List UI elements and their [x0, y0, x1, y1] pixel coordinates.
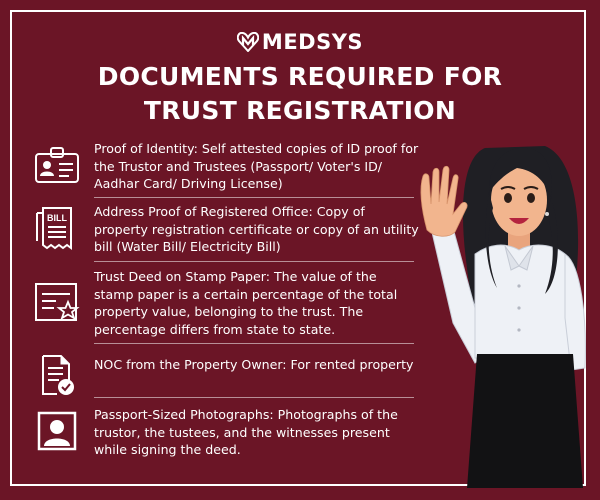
certificate-icon — [28, 268, 86, 338]
divider — [94, 197, 414, 198]
waving-woman-illustration — [420, 146, 586, 488]
page-title-line-1: DOCUMENTS REQUIRED FOR — [97, 62, 503, 91]
brand-logo: MEDSYS — [0, 30, 600, 54]
approved-document-icon — [28, 355, 86, 396]
bill-icon: BILL — [28, 203, 86, 253]
item-text: Proof of Identity: Self attested copies … — [94, 141, 419, 191]
divider — [94, 343, 414, 344]
divider — [94, 261, 414, 262]
photo-portrait-icon — [28, 406, 86, 456]
heart-m-logo-icon — [236, 32, 259, 52]
item-text: Trust Deed on Stamp Paper: The value of … — [94, 269, 398, 337]
list-item: Passport-Sized Photographs: Photographs … — [28, 406, 420, 459]
item-text: Address Proof of Registered Office: Copy… — [94, 204, 419, 254]
divider — [94, 397, 414, 398]
item-text: NOC from the Property Owner: For rented … — [94, 357, 414, 372]
list-item: NOC from the Property Owner: For rented … — [28, 355, 420, 396]
item-text: Passport-Sized Photographs: Photographs … — [94, 407, 398, 457]
id-card-icon — [28, 140, 86, 190]
list-item: Trust Deed on Stamp Paper: The value of … — [28, 268, 420, 338]
list-item: Proof of Identity: Self attested copies … — [28, 140, 420, 193]
list-item: BILL Address Proof of Registered Office:… — [28, 203, 420, 256]
brand-name: MEDSYS — [261, 30, 364, 54]
bill-icon-label: BILL — [47, 213, 67, 223]
